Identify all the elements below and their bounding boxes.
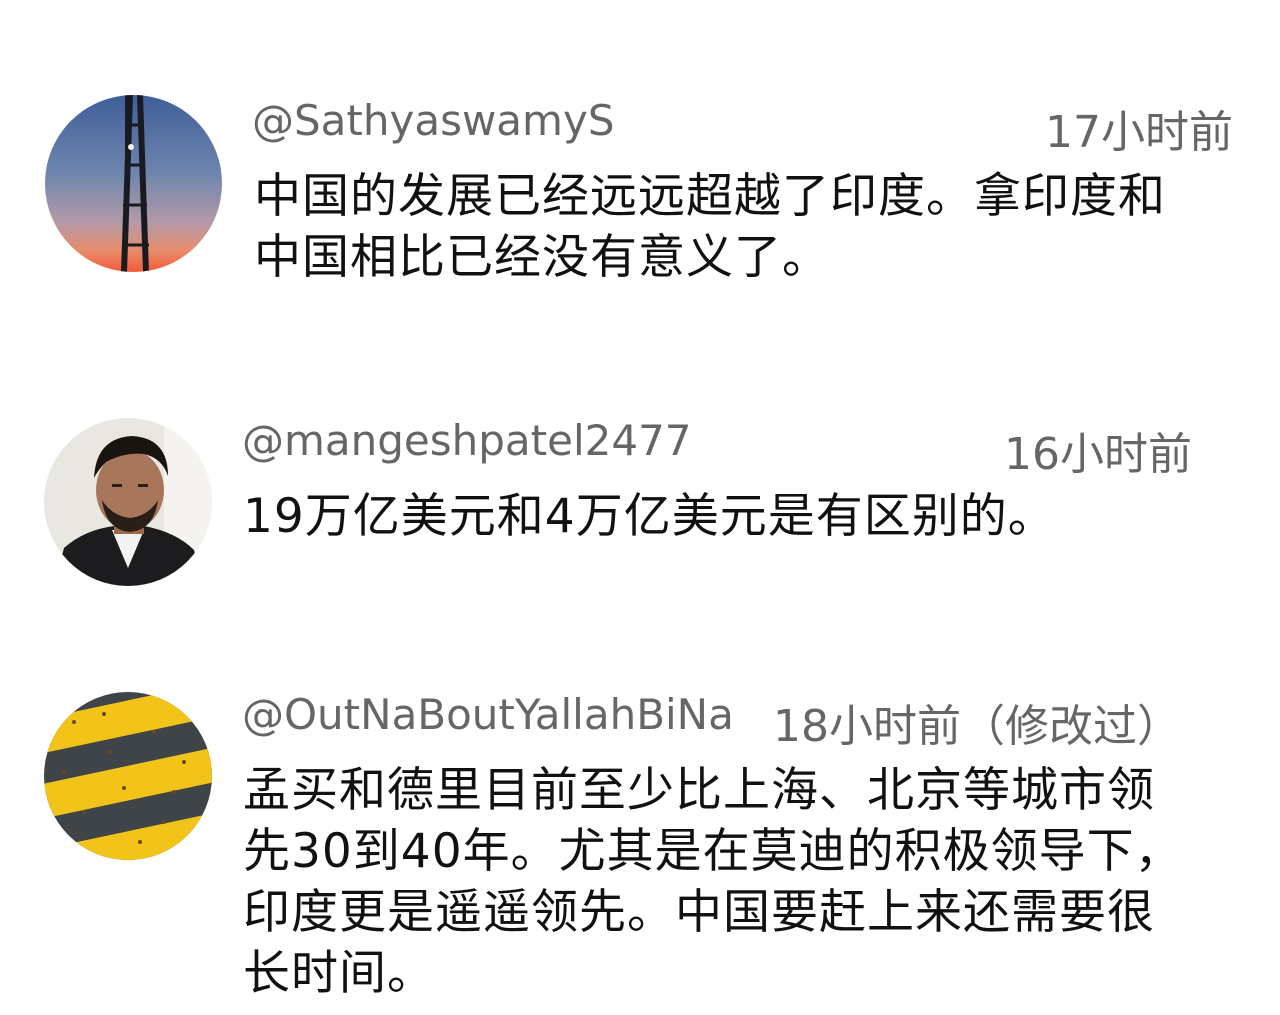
comment-author[interactable]: @SathyaswamyS: [252, 96, 614, 145]
comment-line: 孟买和德里目前至少比上海、北京等城市领: [243, 763, 1155, 818]
comment-line: 19万亿美元和4万亿美元是有区别的。: [243, 489, 1056, 544]
comment-author[interactable]: @OutNaBoutYallahBiNa: [242, 690, 734, 739]
road-stripes-avatar-icon: [44, 692, 212, 860]
person-photo-avatar-icon: [44, 418, 212, 586]
comment-line: 中国的发展已经远远超越了印度。拿印度和: [254, 169, 1166, 224]
comment-line: 印度更是遥遥领先。中国要赶上来还需要很: [243, 885, 1155, 940]
sunset-avatar-icon: [45, 95, 222, 272]
comment-body: 19万亿美元和4万亿美元是有区别的。: [243, 486, 1243, 547]
avatar[interactable]: [44, 692, 212, 860]
comment-line: 长时间。: [243, 946, 435, 1001]
comment-body: 孟买和德里目前至少比上海、北京等城市领 先30到40年。尤其是在莫迪的积极领导下…: [243, 760, 1203, 1004]
comment-line: 中国相比已经没有意义了。: [254, 230, 830, 285]
comment-line: 先30到40年。尤其是在莫迪的积极领导下，: [243, 824, 1183, 879]
avatar[interactable]: [44, 418, 212, 586]
comment-author[interactable]: @mangeshpatel2477: [242, 416, 692, 465]
comment-timestamp: 16小时前: [1004, 429, 1192, 480]
comment-timestamp: 17小时前: [1045, 107, 1233, 158]
avatar[interactable]: [45, 95, 222, 272]
comment-timestamp: 18小时前（修改过）: [773, 701, 1181, 752]
comment-body: 中国的发展已经远远超越了印度。拿印度和 中国相比已经没有意义了。: [254, 166, 1254, 288]
